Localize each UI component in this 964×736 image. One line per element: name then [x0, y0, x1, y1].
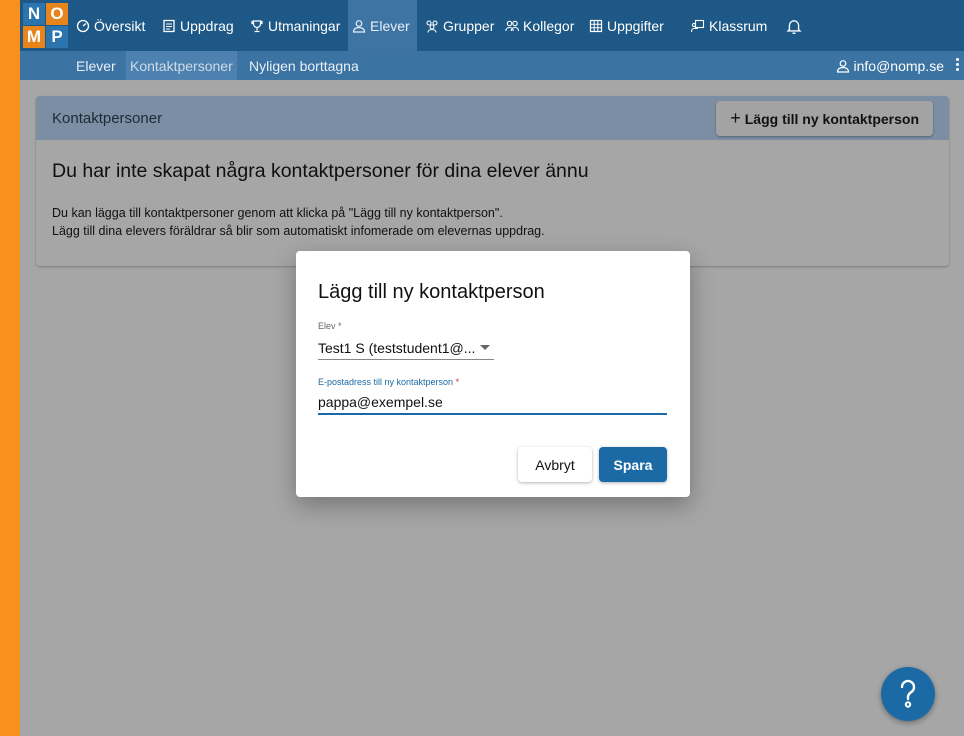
nav-item-label: Uppdrag: [180, 17, 234, 34]
empty-state-text: Du kan lägga till kontaktpersoner genom …: [52, 204, 545, 240]
user-menu[interactable]: info@nomp.se: [836, 51, 944, 80]
add-contact-label: Lägg till ny kontaktperson: [744, 110, 919, 127]
nav-item-grupper[interactable]: Grupper: [421, 0, 498, 51]
nav-item-klassrum[interactable]: Klassrum: [687, 0, 771, 51]
logo-letter-m: M: [23, 26, 45, 48]
empty-state-heading: Du har inte skapat några kontaktpersoner…: [52, 160, 589, 182]
plus-icon: +: [730, 108, 741, 128]
email-field-label: E-postadress till ny kontaktperson *: [318, 377, 460, 387]
subnav-item-nyligen-borttagna[interactable]: Nyligen borttagna: [245, 51, 363, 80]
email-field[interactable]: [318, 391, 667, 415]
notifications-button[interactable]: [782, 0, 806, 51]
sub-nav: Elever Kontaktpersoner Nyligen borttagna…: [20, 51, 964, 80]
assignment-icon: [163, 19, 175, 32]
contacts-card: Kontaktpersoner + Lägg till ny kontaktpe…: [36, 96, 949, 266]
nav-item-label: Kollegor: [523, 17, 575, 34]
student-field-label: Elev *: [318, 321, 342, 331]
subnav-item-label: Nyligen borttagna: [249, 57, 359, 74]
nav-item-label: Elever: [370, 17, 410, 34]
subnav-item-kontaktpersoner[interactable]: Kontaktpersoner: [126, 51, 237, 80]
nav-item-label: Klassrum: [709, 17, 768, 34]
help-button[interactable]: [881, 667, 935, 721]
subnav-item-label: Elever: [76, 57, 116, 74]
card-header: Kontaktpersoner + Lägg till ny kontaktpe…: [36, 96, 949, 140]
app: N O M P Översikt Uppdrag Utmaningar Elev…: [20, 0, 964, 736]
card-title: Kontaktpersoner: [52, 110, 163, 127]
classroom-icon: [691, 19, 705, 32]
empty-state-line: Du kan lägga till kontaktpersoner genom …: [52, 206, 503, 220]
logo-letter-n: N: [23, 3, 45, 25]
nomp-logo[interactable]: N O M P: [20, 0, 71, 51]
dropdown-arrow-icon: [480, 345, 490, 350]
user-email: info@nomp.se: [853, 57, 944, 74]
nav-item-label: Grupper: [443, 17, 495, 34]
cancel-button[interactable]: Avbryt: [518, 447, 592, 482]
nav-item-label: Utmaningar: [268, 17, 341, 34]
question-mark-icon: [900, 679, 916, 708]
save-button[interactable]: Spara: [599, 447, 667, 482]
top-nav: N O M P Översikt Uppdrag Utmaningar Elev…: [20, 0, 964, 51]
empty-state-line: Lägg till dina elevers föräldrar så blir…: [52, 224, 545, 238]
add-contact-button[interactable]: + Lägg till ny kontaktperson: [716, 101, 933, 136]
subnav-item-label: Kontaktpersoner: [130, 57, 233, 74]
add-contact-dialog: Lägg till ny kontaktperson Elev * Test1 …: [296, 251, 690, 497]
colleagues-icon: [505, 20, 519, 31]
nav-item-kollegor[interactable]: Kollegor: [501, 0, 578, 51]
nav-item-uppgifter[interactable]: Uppgifter: [585, 0, 668, 51]
nav-item-elever[interactable]: Elever: [348, 0, 417, 51]
logo-letter-p: P: [46, 26, 68, 48]
nav-item-label: Översikt: [94, 17, 146, 34]
trophy-icon: [251, 19, 263, 32]
person-icon: [352, 19, 366, 33]
nav-item-uppdrag[interactable]: Uppdrag: [158, 0, 238, 51]
dashboard-icon: [76, 19, 90, 32]
bell-icon: [786, 19, 802, 34]
group-icon: [426, 19, 438, 33]
nav-item-utmaningar[interactable]: Utmaningar: [246, 0, 344, 51]
student-select-value: Test1 S (teststudent1@...: [318, 340, 476, 356]
person-icon: [836, 59, 849, 73]
nav-item-label: Uppgifter: [607, 17, 664, 34]
grid-icon: [589, 19, 603, 32]
more-options-icon[interactable]: [954, 57, 960, 73]
dialog-title: Lägg till ny kontaktperson: [318, 281, 545, 303]
logo-letter-o: O: [46, 3, 68, 25]
student-select[interactable]: Test1 S (teststudent1@...: [318, 337, 494, 360]
nav-item-oversikt[interactable]: Översikt: [72, 0, 149, 51]
subnav-item-elever[interactable]: Elever: [72, 51, 120, 80]
